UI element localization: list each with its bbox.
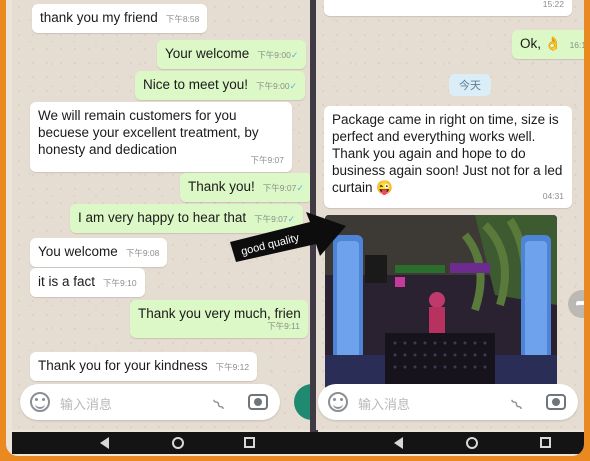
message-text: I am very happy to hear that [78,210,247,225]
android-nav-bar [12,432,584,454]
message-bubble: Thank you! 下午9:07✓ [180,173,312,202]
attach-icon[interactable]: ⌇ [508,389,533,414]
message-time: 下午9:10 [103,278,137,288]
read-receipt-icon: ✓ [296,183,304,193]
message-text: Thank you for your kindness [38,358,208,373]
forward-icon[interactable]: ➦ [568,290,584,318]
message-time: 下午9:12 [215,362,250,372]
right-chat-panel: 15:22 Ok, 👌 16:1 今天 Package came in right… [316,0,584,430]
emoji-icon[interactable] [30,392,50,412]
message-bubble: it is a fact 下午9:10 [30,268,145,297]
message-input-bar[interactable]: 输入消息 ⌇ [318,384,578,420]
read-receipt-icon: ✓ [289,81,298,91]
message-text: We will remain customers for you becuese… [38,108,259,157]
message-bubble: Nice to meet you! 下午9:00✓ [135,71,306,100]
camera-icon[interactable] [546,394,566,410]
message-time: 下午9:07 [262,183,297,193]
message-text: Ok, 👌 [520,36,562,51]
message-text: Package came in right on time, size is p… [332,112,563,195]
screenshot-frame: thank you my friend 下午8:58 Your welcome 下午… [0,0,590,461]
back-icon[interactable] [100,437,109,449]
emoji-icon[interactable] [328,392,348,412]
message-input-bar[interactable]: 输入消息 ⌇ [20,384,280,420]
message-bubble: Thank you for your kindness 下午9:12 [30,352,258,381]
annotation-arrow: good quality [230,212,346,262]
back-icon[interactable] [394,437,403,449]
message-time: 下午9:08 [125,248,160,258]
message-text: thank you my friend [40,10,158,25]
message-bubble: You welcome 下午9:08 [30,238,168,267]
message-bubble: thank you my friend 下午8:58 [32,4,208,33]
message-time: 下午8:58 [165,14,200,24]
message-bubble: Thank you very much, frien 下午9:11 [130,300,308,338]
recents-icon[interactable] [244,437,255,448]
message-time: 下午9:07 [250,155,284,165]
message-time: 16:1 [569,40,584,50]
message-bubble: Your welcome 下午9:00✓ [157,40,307,69]
message-bubble: Package came in right on time, size is p… [324,106,572,208]
message-input-placeholder[interactable]: 输入消息 [358,394,410,413]
message-text: Your welcome [165,46,250,61]
camera-icon[interactable] [248,394,268,410]
home-icon[interactable] [466,437,478,449]
message-bubble: Ok, 👌 16:1 [512,30,584,59]
attach-icon[interactable]: ⌇ [210,389,235,414]
message-input-placeholder[interactable]: 输入消息 [60,394,112,413]
message-time: 下午9:00 [256,81,290,91]
message-time: 04:31 [542,191,564,201]
message-bubble: We will remain customers for you becuese… [30,102,292,172]
message-text: Thank you! [188,179,255,194]
dj-photo[interactable] [325,215,557,390]
phone-screens: thank you my friend 下午8:58 Your welcome 下午… [6,0,584,456]
message-time: 下午9:11 [267,321,300,331]
home-icon[interactable] [172,437,184,449]
read-receipt-icon: ✓ [290,50,299,60]
message-time: 下午9:00 [257,50,291,60]
message-text: You welcome [38,244,118,259]
date-divider-chip: 今天 [449,74,491,96]
message-time: 15:22 [542,0,564,9]
message-text: it is a fact [38,274,96,289]
message-bubble: 15:22 [324,0,572,16]
dj-stage-illustration [325,215,557,390]
message-text: Nice to meet you! [143,77,249,92]
recents-icon[interactable] [540,437,551,448]
